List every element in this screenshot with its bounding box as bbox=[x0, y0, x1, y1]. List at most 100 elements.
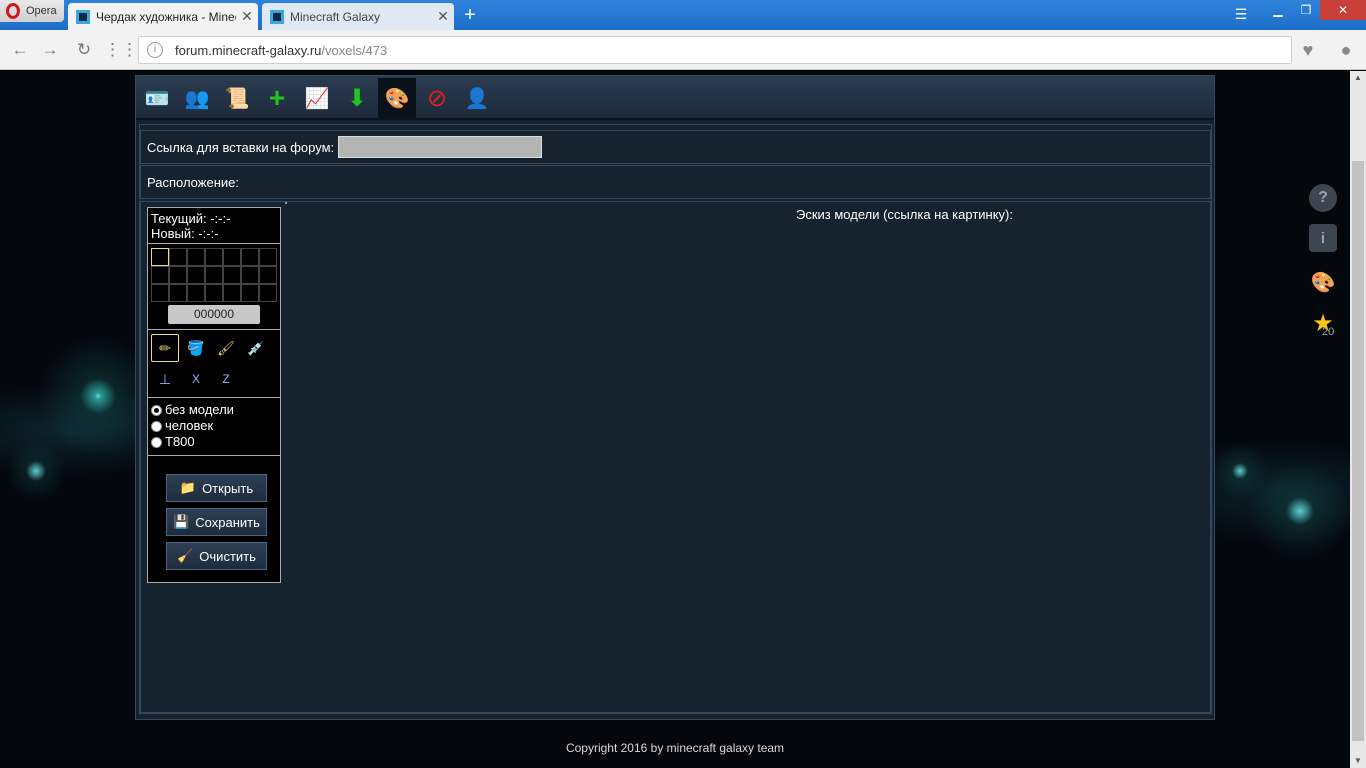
radio-selected-icon[interactable] bbox=[151, 404, 162, 416]
fill-bucket-icon[interactable]: 🪣 bbox=[182, 334, 210, 362]
scroll-icon[interactable]: 📜 bbox=[218, 78, 256, 118]
voxel-editor: Текущий: -:-:- Новый: -:-:- 000000 ✏ 🪣 🖌… bbox=[140, 201, 1211, 713]
open-button-label: Открыть bbox=[202, 480, 254, 496]
creeper-favicon-icon bbox=[76, 9, 90, 24]
profile-card-icon[interactable]: 🪪 bbox=[138, 78, 176, 118]
url-domain: forum.minecraft-galaxy.ru bbox=[175, 42, 322, 58]
save-button-label: Сохранить bbox=[195, 514, 260, 530]
link-row: Ссылка для вставки на форум: bbox=[140, 130, 1211, 164]
hex-color-input[interactable]: 000000 bbox=[168, 305, 260, 324]
heart-bookmark-icon[interactable]: ♥ bbox=[1296, 38, 1320, 62]
palette-cell[interactable] bbox=[151, 266, 169, 284]
sketch-label: Эскиз модели (ссылка на картинку): bbox=[796, 207, 1014, 222]
tab-title: Minecraft Galaxy bbox=[290, 9, 381, 24]
block-icon[interactable]: ⊘ bbox=[418, 78, 456, 118]
scroll-up-arrow-icon[interactable]: ▲ bbox=[1350, 71, 1366, 85]
palette-cell[interactable] bbox=[223, 284, 241, 302]
scrollbar[interactable]: ▲ ▼ bbox=[1350, 71, 1366, 768]
palette-cell[interactable] bbox=[169, 284, 187, 302]
close-window-button[interactable]: ✕ bbox=[1320, 0, 1366, 20]
palette-cell[interactable] bbox=[205, 248, 223, 266]
star-count: 20 bbox=[1322, 326, 1335, 338]
clear-button[interactable]: 🧹 Очистить bbox=[166, 542, 267, 570]
palette-cell[interactable] bbox=[205, 284, 223, 302]
palette-cell[interactable] bbox=[259, 266, 277, 284]
new-tab-button[interactable]: + bbox=[460, 4, 480, 26]
palette-cell[interactable] bbox=[259, 284, 277, 302]
clear-button-label: Очистить bbox=[199, 548, 256, 564]
palette-cell[interactable] bbox=[223, 266, 241, 284]
download-icon[interactable]: ⬇ bbox=[338, 78, 376, 118]
palette-cell[interactable] bbox=[169, 266, 187, 284]
palette-icon[interactable]: 🎨 bbox=[1309, 268, 1337, 296]
footer-copyright: Copyright 2016 by minecraft galaxy team bbox=[565, 741, 785, 755]
brush-icon[interactable]: 🖌 bbox=[212, 334, 240, 362]
new-coord-label: Новый: -:-:- bbox=[151, 226, 219, 241]
tab-close-icon[interactable]: ✕ bbox=[432, 8, 454, 25]
radio-icon[interactable] bbox=[151, 420, 162, 432]
reload-icon[interactable]: ↻ bbox=[72, 38, 96, 62]
eyedropper-icon[interactable]: 💉 bbox=[242, 334, 270, 362]
palette-icon[interactable]: 🎨 bbox=[378, 78, 416, 118]
forum-toolbar: 🪪 👥 📜 + 📈 ⬇ 🎨 ⊘ 👤 bbox=[136, 76, 1214, 120]
main-content: 🪪 👥 📜 + 📈 ⬇ 🎨 ⊘ 👤 Ссылка для вставки на … bbox=[135, 75, 1215, 720]
scroll-down-arrow-icon[interactable]: ▼ bbox=[1350, 754, 1366, 768]
palette-cell[interactable] bbox=[151, 284, 169, 302]
help-icon[interactable]: ? bbox=[1309, 184, 1337, 212]
model-option[interactable]: без модели bbox=[151, 402, 277, 418]
palette-cell[interactable] bbox=[187, 284, 205, 302]
opera-logo-icon bbox=[6, 3, 20, 19]
location-label: Расположение: bbox=[147, 174, 239, 190]
url-path: /voxels/473 bbox=[321, 42, 388, 58]
maximize-button[interactable]: ❐ bbox=[1292, 0, 1320, 20]
site-info-icon[interactable]: i bbox=[147, 42, 163, 58]
tab-close-icon[interactable]: ✕ bbox=[236, 8, 258, 25]
palette-cell[interactable] bbox=[187, 266, 205, 284]
creeper-favicon-icon bbox=[270, 9, 284, 24]
tool-panel: Текущий: -:-:- Новый: -:-:- 000000 ✏ 🪣 🖌… bbox=[147, 207, 281, 583]
tab-inactive[interactable]: Minecraft Galaxy ✕ bbox=[262, 3, 454, 30]
save-button[interactable]: 💾 Сохранить bbox=[166, 508, 267, 536]
palette-cell[interactable] bbox=[187, 248, 205, 266]
forward-arrow-icon[interactable]: → bbox=[38, 38, 62, 62]
model-option-label: без модели bbox=[165, 402, 234, 417]
axis-x-icon[interactable]: X bbox=[182, 365, 210, 393]
model-option[interactable]: T800 bbox=[151, 434, 277, 450]
palette-cell[interactable] bbox=[223, 248, 241, 266]
scroll-thumb[interactable] bbox=[1352, 161, 1364, 741]
account-icon[interactable]: ● bbox=[1334, 38, 1358, 62]
palette-cell[interactable] bbox=[259, 248, 277, 266]
palette-cell[interactable] bbox=[151, 248, 169, 266]
back-arrow-icon[interactable]: ← bbox=[8, 38, 32, 62]
axis-y-icon[interactable]: ⊥ bbox=[151, 365, 179, 393]
actions-section: 📁 Открыть 💾 Сохранить 🧹 Очистить bbox=[148, 456, 280, 582]
palette-cell[interactable] bbox=[241, 266, 259, 284]
axis-z-icon[interactable]: Z bbox=[212, 365, 240, 393]
link-input[interactable] bbox=[338, 136, 543, 158]
stats-chart-icon[interactable]: 📈 bbox=[298, 78, 336, 118]
info-icon[interactable]: i bbox=[1309, 224, 1337, 252]
speed-dial-grid-icon[interactable]: ⋮⋮ bbox=[104, 38, 138, 62]
model-option-label: T800 bbox=[165, 434, 195, 449]
open-button[interactable]: 📁 Открыть bbox=[166, 474, 267, 502]
model-option[interactable]: человек bbox=[151, 418, 277, 434]
broom-icon: 🧹 bbox=[177, 548, 194, 563]
tab-title: Чердак художника - Minecra bbox=[96, 9, 236, 24]
palette-cell[interactable] bbox=[241, 248, 259, 266]
opera-menu-button[interactable]: Opera bbox=[0, 0, 64, 22]
friends-icon[interactable]: 👥 bbox=[178, 78, 216, 118]
tab-active[interactable]: Чердак художника - Minecra ✕ bbox=[68, 3, 258, 30]
coordinates-section: Текущий: -:-:- Новый: -:-:- bbox=[148, 208, 280, 244]
tools-section: ✏ 🪣 🖌 💉 ⊥ X Z bbox=[148, 330, 280, 398]
palette-cell[interactable] bbox=[241, 284, 259, 302]
url-input[interactable]: i forum.minecraft-galaxy.ru /voxels/473 bbox=[138, 36, 1292, 64]
minimize-button[interactable]: ▁ bbox=[1264, 0, 1292, 20]
palette-cell[interactable] bbox=[205, 266, 223, 284]
user-icon[interactable]: 👤 bbox=[458, 78, 496, 118]
palette-cell[interactable] bbox=[169, 248, 187, 266]
pencil-icon[interactable]: ✏ bbox=[151, 334, 179, 362]
add-icon[interactable]: + bbox=[258, 78, 296, 118]
tab-menu-icon[interactable]: ☰ bbox=[1230, 6, 1252, 24]
floppy-icon: 💾 bbox=[173, 514, 190, 529]
radio-icon[interactable] bbox=[151, 436, 162, 448]
